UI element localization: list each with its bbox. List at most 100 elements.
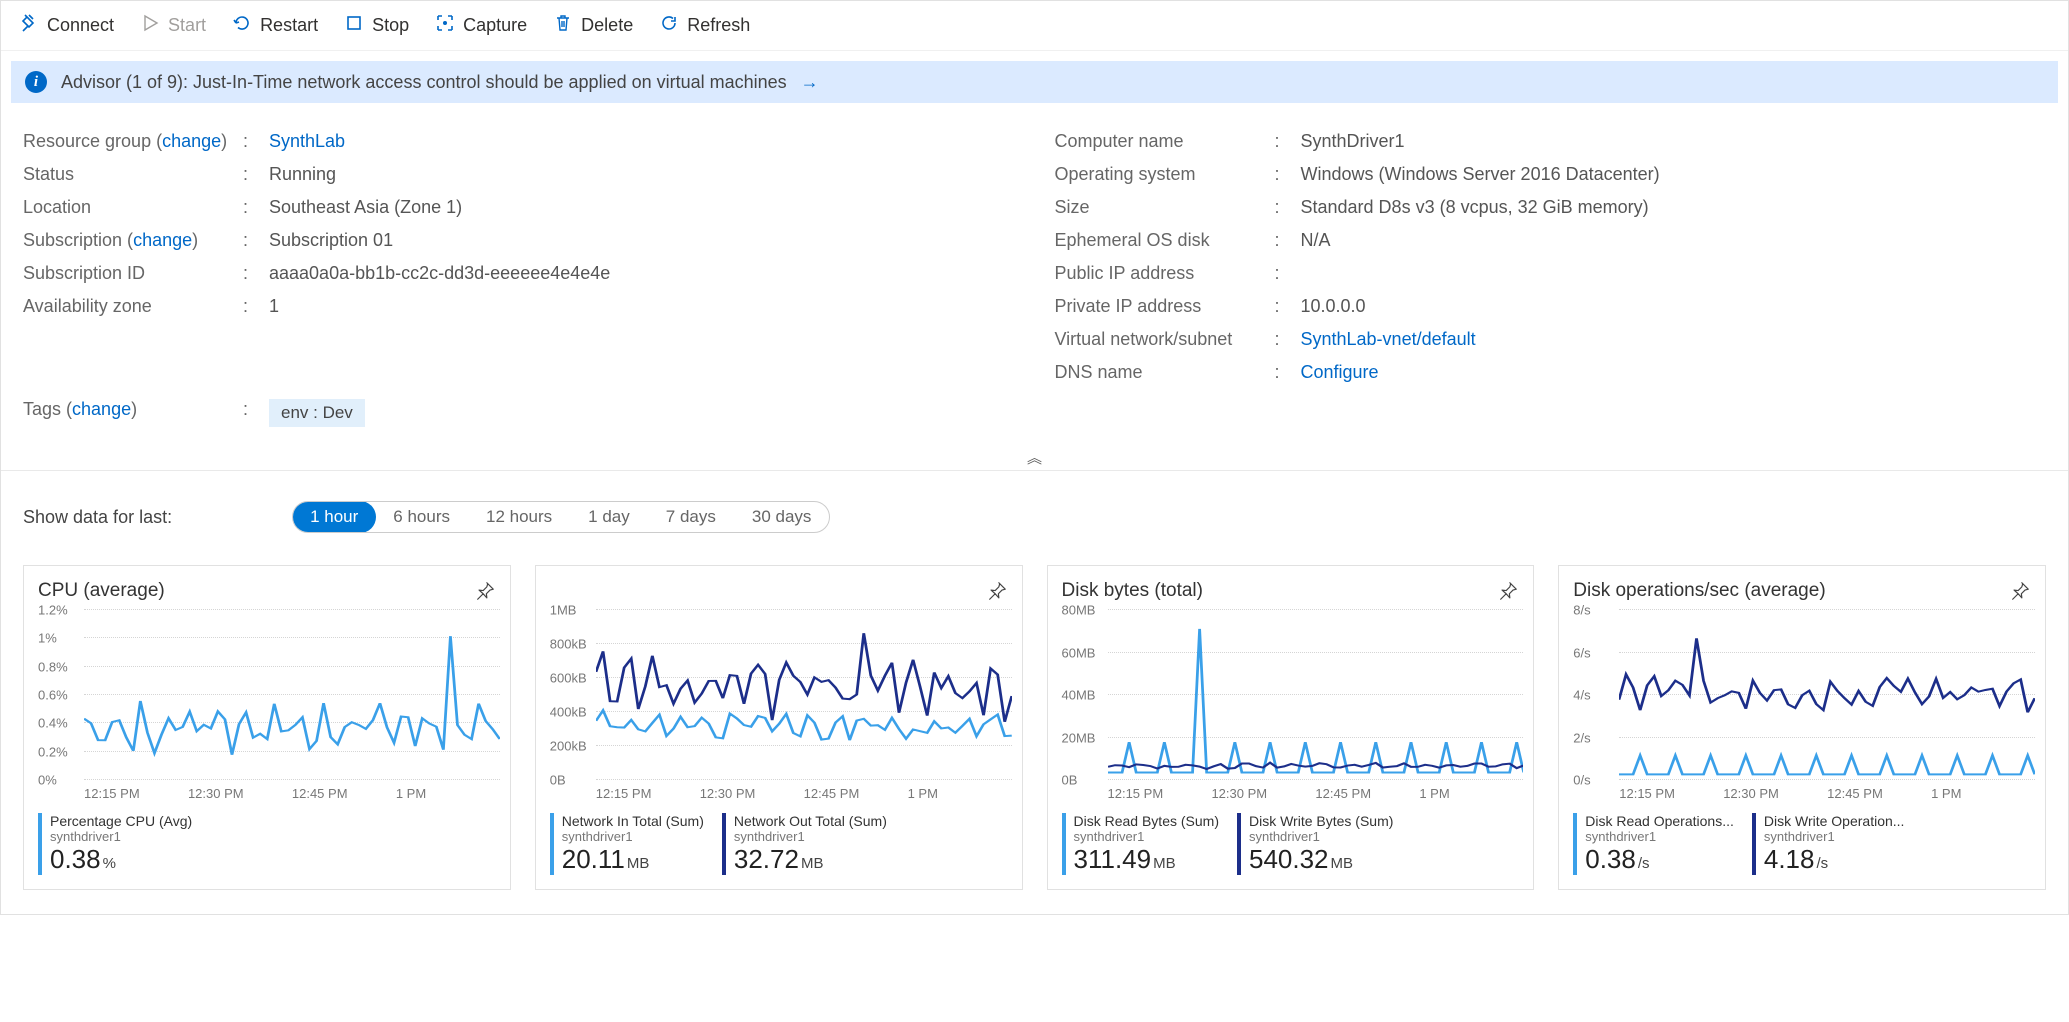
- legend-name: Network Out Total (Sum): [734, 813, 887, 829]
- legend-name: Disk Read Operations...: [1585, 813, 1734, 829]
- connect-button[interactable]: Connect: [19, 13, 114, 38]
- card-title: [550, 580, 1012, 602]
- legend-value: 32.72: [734, 844, 799, 874]
- change-link[interactable]: change: [162, 131, 221, 151]
- x-tick: 12:15 PM: [1619, 786, 1723, 801]
- refresh-icon: [659, 13, 679, 38]
- legend-value: 0.38: [1585, 844, 1636, 874]
- legend-sub: synthdriver1: [50, 829, 192, 844]
- toolbar: Connect Start Restart Stop Capture Delete Refr…: [1, 1, 2068, 51]
- x-tick: 1 PM: [908, 786, 1012, 801]
- y-tick: 6/s: [1573, 645, 1590, 660]
- collapse-handle[interactable]: ︽: [1, 445, 2068, 471]
- chart-area: 0B20MB40MB60MB80MB: [1108, 610, 1524, 780]
- card-title: CPU (average): [38, 580, 500, 602]
- detail-value[interactable]: Configure: [1301, 362, 1379, 383]
- legend-unit: MB: [1331, 855, 1354, 872]
- chart-area: 0/s2/s4/s6/s8/s: [1619, 610, 2035, 780]
- detail-row: Virtual network/subnet:SynthLab-vnet/def…: [1055, 323, 2047, 356]
- legend-value: 311.49: [1074, 844, 1152, 874]
- legend-item: Disk Read Operations... synthdriver1 0.3…: [1573, 813, 1734, 875]
- legend-item: Disk Read Bytes (Sum) synthdriver1 311.4…: [1062, 813, 1219, 875]
- legend-sub: synthdriver1: [1074, 829, 1219, 844]
- y-tick: 0.6%: [38, 688, 68, 703]
- tags-change-link[interactable]: change: [72, 399, 131, 419]
- btn-label: Restart: [260, 15, 318, 36]
- time-pill-1hour[interactable]: 1 hour: [292, 501, 376, 533]
- y-tick: 1MB: [550, 603, 577, 618]
- x-tick: 12:15 PM: [1108, 786, 1212, 801]
- legend-sub: synthdriver1: [1585, 829, 1734, 844]
- x-axis: 12:15 PM12:30 PM12:45 PM1 PM: [1108, 786, 1524, 801]
- legend: Disk Read Bytes (Sum) synthdriver1 311.4…: [1062, 813, 1524, 875]
- x-tick: 12:30 PM: [1211, 786, 1315, 801]
- legend-sub: synthdriver1: [562, 829, 704, 844]
- delete-button[interactable]: Delete: [553, 13, 633, 38]
- legend-item: Network In Total (Sum) synthdriver1 20.1…: [550, 813, 704, 875]
- y-tick: 0.2%: [38, 744, 68, 759]
- btn-label: Connect: [47, 15, 114, 36]
- time-pill-1day[interactable]: 1 day: [570, 502, 648, 532]
- time-pill-12hours[interactable]: 12 hours: [468, 502, 570, 532]
- x-axis: 12:15 PM12:30 PM12:45 PM1 PM: [596, 786, 1012, 801]
- detail-value: 10.0.0.0: [1301, 296, 1366, 317]
- detail-row: Operating system:Windows (Windows Server…: [1055, 158, 2047, 191]
- advisor-text: Advisor (1 of 9): Just-In-Time network a…: [61, 72, 787, 93]
- y-tick: 4/s: [1573, 688, 1590, 703]
- card-title: Disk operations/sec (average): [1573, 580, 2035, 602]
- x-tick: 12:30 PM: [700, 786, 804, 801]
- x-tick: 1 PM: [396, 786, 500, 801]
- x-tick: 12:30 PM: [188, 786, 292, 801]
- chart-area: 0B200kB400kB600kB800kB1MB: [596, 610, 1012, 780]
- filter-label: Show data for last:: [23, 507, 172, 528]
- time-pill-7days[interactable]: 7 days: [648, 502, 734, 532]
- legend-unit: MB: [627, 855, 650, 872]
- x-tick: 12:15 PM: [84, 786, 188, 801]
- pin-icon[interactable]: [474, 580, 496, 607]
- legend-name: Disk Write Bytes (Sum): [1249, 813, 1393, 829]
- x-tick: 12:45 PM: [1827, 786, 1931, 801]
- y-tick: 600kB: [550, 671, 587, 686]
- change-link[interactable]: change: [133, 230, 192, 250]
- time-pill-6hours[interactable]: 6 hours: [375, 502, 468, 532]
- legend: Disk Read Operations... synthdriver1 0.3…: [1573, 813, 2035, 875]
- restart-button[interactable]: Restart: [232, 13, 318, 38]
- detail-value: SynthDriver1: [1301, 131, 1405, 152]
- refresh-button[interactable]: Refresh: [659, 13, 750, 38]
- detail-value[interactable]: SynthLab: [269, 131, 345, 152]
- y-tick: 0B: [1062, 773, 1078, 788]
- restart-icon: [232, 13, 252, 38]
- btn-label: Start: [168, 15, 206, 36]
- capture-button[interactable]: Capture: [435, 13, 527, 38]
- pin-icon[interactable]: [986, 580, 1008, 607]
- y-tick: 800kB: [550, 637, 587, 652]
- pin-icon[interactable]: [2009, 580, 2031, 607]
- tag-chip[interactable]: env : Dev: [269, 399, 365, 427]
- y-tick: 40MB: [1062, 688, 1096, 703]
- legend-item: Network Out Total (Sum) synthdriver1 32.…: [722, 813, 887, 875]
- detail-row: Ephemeral OS disk:N/A: [1055, 224, 2047, 257]
- detail-value[interactable]: SynthLab-vnet/default: [1301, 329, 1476, 350]
- detail-value: 1: [269, 296, 279, 317]
- time-filter: Show data for last: 1 hour6 hours12 hour…: [1, 471, 2068, 541]
- legend: Network In Total (Sum) synthdriver1 20.1…: [550, 813, 1012, 875]
- x-tick: 12:30 PM: [1723, 786, 1827, 801]
- chart-area: 0%0.2%0.4%0.6%0.8%1%1.2%: [84, 610, 500, 780]
- tags-label-part2: ): [131, 399, 137, 419]
- delete-icon: [553, 13, 573, 38]
- detail-value: Standard D8s v3 (8 vcpus, 32 GiB memory): [1301, 197, 1649, 218]
- legend-value: 20.11: [562, 844, 625, 874]
- x-axis: 12:15 PM12:30 PM12:45 PM1 PM: [84, 786, 500, 801]
- legend-name: Network In Total (Sum): [562, 813, 704, 829]
- legend-sub: synthdriver1: [734, 829, 887, 844]
- pin-icon[interactable]: [1497, 580, 1519, 607]
- details-left: Resource group (change):SynthLabStatus:R…: [23, 125, 1015, 389]
- chart-grid: CPU (average) 0%0.2%0.4%0.6%0.8%1%1.2% 12:…: [1, 541, 2068, 914]
- plug-icon: [19, 13, 39, 38]
- legend-name: Percentage CPU (Avg): [50, 813, 192, 829]
- advisor-banner[interactable]: i Advisor (1 of 9): Just-In-Time network…: [11, 61, 2058, 103]
- time-pill-30days[interactable]: 30 days: [734, 502, 830, 532]
- y-tick: 400kB: [550, 705, 587, 720]
- btn-label: Capture: [463, 15, 527, 36]
- stop-button[interactable]: Stop: [344, 13, 409, 38]
